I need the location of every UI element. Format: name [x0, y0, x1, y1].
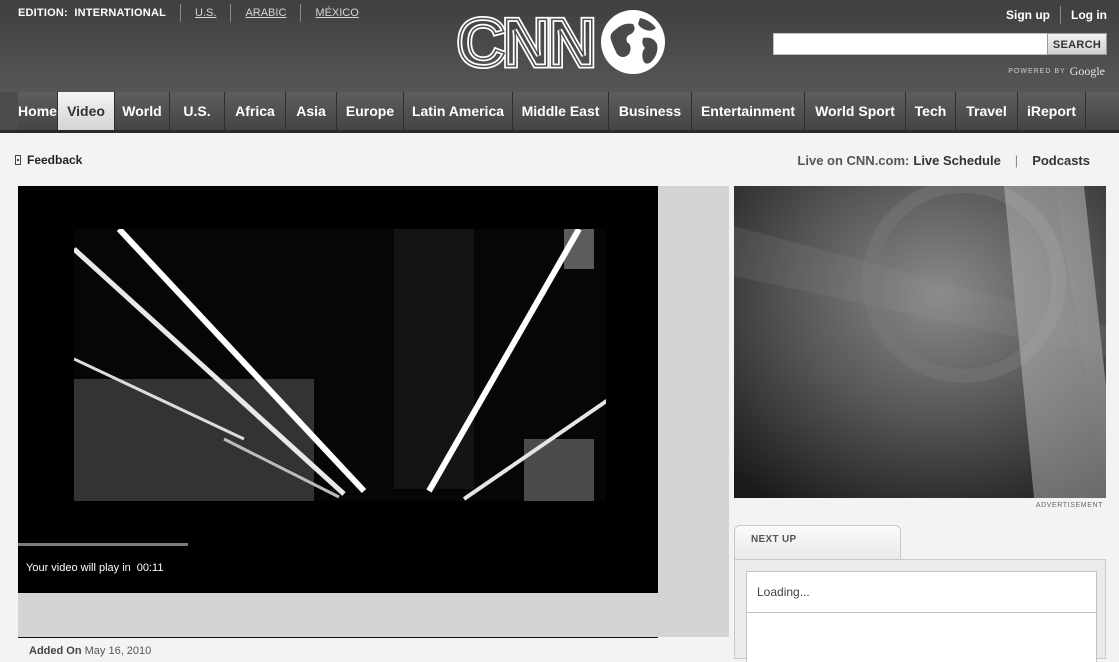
main-nav: Home Video World U.S. Africa Asia Europe…: [0, 92, 1119, 133]
nav-asia[interactable]: Asia: [286, 92, 337, 130]
divider: [18, 637, 658, 638]
divider: |: [1014, 153, 1019, 168]
nav-home[interactable]: Home: [0, 92, 58, 130]
divider: [1060, 6, 1061, 24]
live-prefix: Live on CNN.com:: [797, 153, 910, 168]
next-up-panel: Loading...: [734, 559, 1106, 662]
nav-world-sport[interactable]: World Sport: [805, 92, 906, 130]
loading-message: Loading...: [746, 571, 1097, 613]
globe-icon: [601, 10, 665, 74]
tab-next-up[interactable]: NEXT UP: [734, 525, 901, 560]
added-on: Added On May 16, 2010: [29, 645, 151, 657]
nav-europe[interactable]: Europe: [337, 92, 404, 130]
added-on-label: Added On: [29, 645, 82, 657]
edition-link-mexico[interactable]: MÉXICO: [315, 7, 358, 19]
ad-label: ADVERTISEMENT: [1035, 502, 1103, 509]
added-on-date: May 16, 2010: [84, 645, 152, 657]
google-logo: Google: [1069, 64, 1105, 78]
powered-by-google: POWERED BY Google: [1008, 64, 1105, 78]
nav-entertainment[interactable]: Entertainment: [692, 92, 805, 130]
ad-image: [734, 186, 1106, 498]
podcasts-link[interactable]: Podcasts: [1032, 153, 1090, 168]
cnn-logo[interactable]: CNN CNN: [455, 3, 670, 84]
edition-link-arabic[interactable]: ARABIC: [245, 7, 286, 19]
sub-bar: Feedback Live on CNN.com: Live Schedule …: [0, 133, 1119, 185]
signup-link[interactable]: Sign up: [1006, 8, 1050, 22]
advertisement-banner[interactable]: [734, 186, 1106, 498]
login-link[interactable]: Log in: [1071, 8, 1107, 22]
edition-link-us[interactable]: U.S.: [195, 7, 216, 19]
search-input[interactable]: [773, 33, 1049, 55]
nav-video[interactable]: Video: [58, 92, 115, 130]
nav-business[interactable]: Business: [609, 92, 692, 130]
svg-text:CNN: CNN: [457, 8, 592, 76]
divider: [300, 4, 302, 22]
edition-label: EDITION: INTERNATIONAL: [18, 7, 167, 19]
feedback-icon: [15, 155, 21, 165]
divider: [230, 4, 232, 22]
feedback-link[interactable]: Feedback: [15, 153, 82, 167]
video-frame: [74, 229, 606, 501]
nav-latin-america[interactable]: Latin America: [404, 92, 513, 130]
video-player-panel: Your video will play in 00:11: [18, 186, 729, 637]
site-header: EDITION: INTERNATIONAL U.S. ARABIC MÉXIC…: [0, 0, 1119, 92]
account-links: Sign up Log in: [1006, 6, 1107, 24]
video-player[interactable]: Your video will play in 00:11: [18, 186, 658, 593]
divider: [180, 4, 182, 22]
nav-world[interactable]: World: [115, 92, 170, 130]
search-button[interactable]: SEARCH: [1047, 33, 1107, 55]
nav-travel[interactable]: Travel: [956, 92, 1018, 130]
next-up-list: [746, 612, 1097, 662]
nav-tech[interactable]: Tech: [906, 92, 956, 130]
edition-selector: EDITION: INTERNATIONAL U.S. ARABIC MÉXIC…: [18, 4, 359, 22]
edition-current: INTERNATIONAL: [74, 7, 167, 19]
live-links: Live on CNN.com: Live Schedule | Podcast…: [797, 153, 1090, 168]
countdown-time: 00:11: [136, 562, 164, 574]
nav-africa[interactable]: Africa: [225, 92, 286, 130]
nav-middle-east[interactable]: Middle East: [513, 92, 609, 130]
live-schedule-link[interactable]: Live Schedule: [913, 153, 1000, 168]
progress-track[interactable]: [18, 543, 188, 546]
nav-us[interactable]: U.S.: [170, 92, 225, 130]
nav-ireport[interactable]: iReport: [1018, 92, 1086, 130]
play-countdown: Your video will play in 00:11: [26, 562, 164, 574]
